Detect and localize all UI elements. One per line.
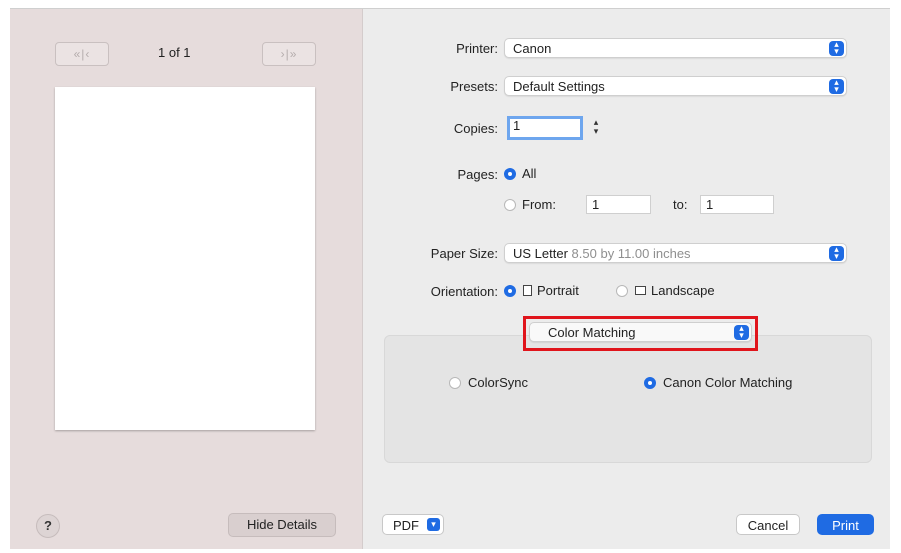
print-button[interactable]: Print: [817, 514, 874, 535]
paper-size-detail: 8.50 by 11.00 inches: [571, 246, 691, 261]
canon-color-matching-radio[interactable]: [644, 377, 656, 389]
presets-label: Presets:: [450, 79, 498, 94]
printer-value: Canon: [513, 41, 552, 56]
landscape-radio[interactable]: [616, 285, 628, 297]
cancel-button[interactable]: Cancel: [736, 514, 800, 535]
pages-to-field[interactable]: 1: [700, 195, 774, 214]
colorsync-radio[interactable]: [449, 377, 461, 389]
page-preview: [55, 87, 315, 430]
presets-value: Default Settings: [513, 79, 605, 94]
portrait-label: Portrait: [537, 283, 579, 298]
pages-to-label: to:: [673, 197, 688, 212]
pages-from-radio[interactable]: [504, 199, 516, 211]
popup-chevron-icon: ▴ ▾: [829, 245, 844, 261]
pages-all-label: All: [522, 166, 537, 181]
portrait-icon: [523, 285, 532, 296]
copies-field[interactable]: 1: [507, 116, 583, 140]
popup-chevron-icon: ▴ ▾: [829, 40, 844, 56]
highlight-frame: [523, 316, 758, 351]
pages-from-field[interactable]: 1: [586, 195, 651, 214]
pdf-label: PDF: [393, 518, 419, 533]
hide-details-button[interactable]: Hide Details: [228, 513, 336, 537]
landscape-label: Landscape: [651, 283, 715, 298]
print-dialog: «|‹ 1 of 1 ›|» ? Hide Details Printer: C…: [10, 8, 890, 549]
canon-color-matching-label: Canon Color Matching: [663, 375, 793, 390]
landscape-icon: [635, 286, 646, 295]
page-count: 1 of 1: [158, 45, 191, 60]
paper-size-value: US Letter: [513, 246, 568, 261]
settings-pane: Printer: Canon ▴ ▾ Presets: Default Setti…: [363, 9, 890, 549]
next-last-page-button[interactable]: ›|»: [262, 42, 316, 66]
pages-label: Pages:: [457, 167, 498, 182]
copies-stepper-icon[interactable]: ▴ ▾: [590, 118, 602, 138]
presets-popup[interactable]: Default Settings ▴ ▾: [504, 76, 847, 96]
colorsync-label: ColorSync: [468, 375, 528, 390]
printer-popup[interactable]: Canon ▴ ▾: [504, 38, 847, 58]
preview-pane: «|‹ 1 of 1 ›|» ? Hide Details: [10, 9, 363, 549]
chevron-down-icon: ▾: [427, 518, 440, 531]
paper-size-label: Paper Size:: [430, 246, 498, 261]
portrait-radio[interactable]: [504, 285, 516, 297]
copies-label: Copies:: [453, 121, 498, 136]
first-prev-page-button[interactable]: «|‹: [55, 42, 109, 66]
pages-all-radio[interactable]: [504, 168, 516, 180]
pdf-button[interactable]: PDF ▾: [382, 514, 444, 535]
pages-from-label: From:: [522, 197, 556, 212]
printer-label: Printer:: [456, 41, 498, 56]
color-matching-panel: [384, 335, 872, 463]
orientation-label: Orientation:: [430, 284, 498, 299]
paper-size-popup[interactable]: US Letter 8.50 by 11.00 inches ▴ ▾: [504, 243, 847, 263]
popup-chevron-icon: ▴ ▾: [829, 78, 844, 94]
help-button[interactable]: ?: [36, 514, 60, 538]
